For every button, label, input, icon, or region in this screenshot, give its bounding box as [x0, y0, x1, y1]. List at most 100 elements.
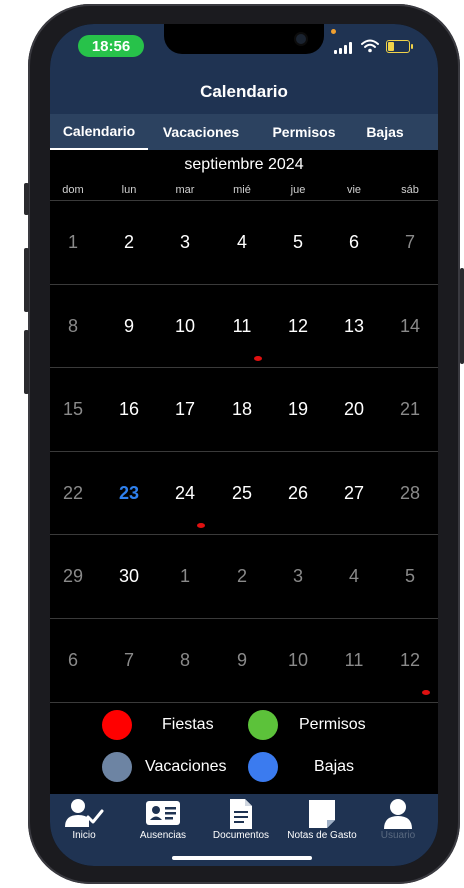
calendar-day[interactable]: 6: [51, 650, 95, 671]
volume-down-button: [24, 330, 29, 394]
nav-label: Ausencias: [139, 830, 187, 841]
nav-label: Notas de Gasto: [287, 830, 357, 841]
nav-item-documentos[interactable]: Documentos: [203, 794, 279, 846]
calendar-day[interactable]: 7: [388, 232, 432, 253]
grid-divider: [50, 451, 438, 452]
calendar-day[interactable]: 1: [51, 232, 95, 253]
home-indicator: [172, 856, 312, 860]
cellular-signal-icon: [334, 42, 352, 54]
weekday-label: jue: [290, 184, 306, 196]
calendar-day[interactable]: 14: [388, 316, 432, 337]
calendar-day[interactable]: 21: [388, 399, 432, 420]
weekday-header: dom lun mar mié jue vie sáb: [50, 180, 438, 200]
note-icon: [284, 798, 360, 830]
calendar-day[interactable]: 15: [51, 399, 95, 420]
calendar-day[interactable]: 27: [332, 483, 376, 504]
calendar-day[interactable]: 20: [332, 399, 376, 420]
dynamic-island: [164, 24, 324, 54]
status-bar: 18:56: [50, 24, 438, 70]
calendar-day[interactable]: 4: [220, 232, 264, 253]
calendar-day[interactable]: 8: [51, 316, 95, 337]
legend-label: Bajas: [314, 758, 355, 775]
calendar-grid: 1 2 3 4 5 6 7 8 9 10 11 12 13 14 15 16 17 18 19 20 21 22 23 24 2…: [50, 200, 438, 703]
calendar-day[interactable]: 28: [388, 483, 432, 504]
user-icon: [360, 798, 436, 830]
calendar-day[interactable]: 4: [332, 566, 376, 587]
page-title: Calendario: [50, 70, 438, 114]
power-button: [460, 268, 464, 364]
legend-swatch: [102, 752, 132, 782]
calendar-day[interactable]: 17: [163, 399, 207, 420]
calendar-day[interactable]: 6: [332, 232, 376, 253]
calendar-day[interactable]: 11: [220, 316, 264, 337]
event-marker-dot: [254, 356, 262, 361]
volume-up-button: [24, 248, 29, 312]
tab-vacaciones[interactable]: Vacaciones: [156, 114, 246, 150]
weekday-label: lun: [121, 184, 137, 196]
grid-divider: [50, 367, 438, 368]
nav-item-notas-de-gasto[interactable]: Notas de Gasto: [284, 794, 360, 846]
calendar-day[interactable]: 9: [107, 316, 151, 337]
calendar-day[interactable]: 11: [332, 650, 376, 671]
weekday-label: mié: [233, 184, 251, 196]
calendar-day[interactable]: 22: [51, 483, 95, 504]
calendar-day[interactable]: 18: [220, 399, 264, 420]
grid-divider: [50, 200, 438, 201]
calendar-day[interactable]: 12: [276, 316, 320, 337]
calendar-day[interactable]: 13: [332, 316, 376, 337]
app-screen: 18:56 Calendario Calendario Vacaciones P…: [50, 24, 438, 866]
calendar-day[interactable]: 12: [388, 650, 432, 671]
tab-bajas[interactable]: Bajas: [360, 114, 410, 150]
calendar-day[interactable]: 2: [220, 566, 264, 587]
calendar-legend: Fiestas Permisos Vacaciones Bajas: [50, 702, 438, 794]
calendar-day[interactable]: 19: [276, 399, 320, 420]
wifi-icon: [361, 39, 379, 53]
camera-icon: [294, 32, 308, 46]
calendar-day[interactable]: 3: [276, 566, 320, 587]
calendar-day[interactable]: 10: [276, 650, 320, 671]
nav-item-usuario[interactable]: Usuario: [360, 794, 436, 846]
document-icon: [203, 798, 279, 830]
legend-label: Permisos: [299, 716, 366, 733]
tab-permisos[interactable]: Permisos: [264, 114, 344, 150]
grid-divider: [50, 618, 438, 619]
nav-item-inicio[interactable]: Inicio: [50, 794, 122, 846]
grid-divider: [50, 534, 438, 535]
calendar-day[interactable]: 29: [51, 566, 95, 587]
legend-label: Fiestas: [162, 716, 214, 733]
nav-item-ausencias[interactable]: Ausencias: [125, 794, 201, 846]
weekday-label: dom: [62, 184, 84, 196]
calendar-day[interactable]: 5: [388, 566, 432, 587]
calendar-day[interactable]: 10: [163, 316, 207, 337]
calendar-day[interactable]: 2: [107, 232, 151, 253]
calendar-day-today[interactable]: 23: [107, 483, 151, 504]
weekday-label: vie: [346, 184, 362, 196]
weekday-label: sáb: [401, 184, 419, 196]
battery-icon: [386, 40, 413, 53]
calendar-day[interactable]: 5: [276, 232, 320, 253]
calendar-day[interactable]: 1: [163, 566, 207, 587]
microphone-indicator-icon: [331, 29, 336, 34]
status-time: 18:56: [78, 35, 144, 57]
tab-bar: Calendario Vacaciones Permisos Bajas: [50, 114, 438, 150]
calendar-day[interactable]: 25: [220, 483, 264, 504]
legend-swatch: [102, 710, 132, 740]
calendar-day[interactable]: 9: [220, 650, 264, 671]
calendar-day[interactable]: 26: [276, 483, 320, 504]
legend-label: Vacaciones: [145, 758, 227, 775]
calendar-day[interactable]: 7: [107, 650, 151, 671]
calendar-day[interactable]: 16: [107, 399, 151, 420]
mute-switch: [24, 183, 29, 215]
nav-label: Usuario: [380, 830, 416, 841]
tab-calendario[interactable]: Calendario: [50, 114, 148, 150]
user-check-icon: [50, 798, 122, 828]
calendar-day[interactable]: 30: [107, 566, 151, 587]
calendar-day[interactable]: 3: [163, 232, 207, 253]
calendar-day[interactable]: 24: [163, 483, 207, 504]
event-marker-dot: [197, 523, 205, 528]
legend-swatch: [248, 752, 278, 782]
event-marker-dot: [422, 690, 430, 695]
id-card-icon: [125, 798, 201, 828]
calendar-day[interactable]: 8: [163, 650, 207, 671]
month-label: septiembre 2024: [184, 156, 304, 173]
